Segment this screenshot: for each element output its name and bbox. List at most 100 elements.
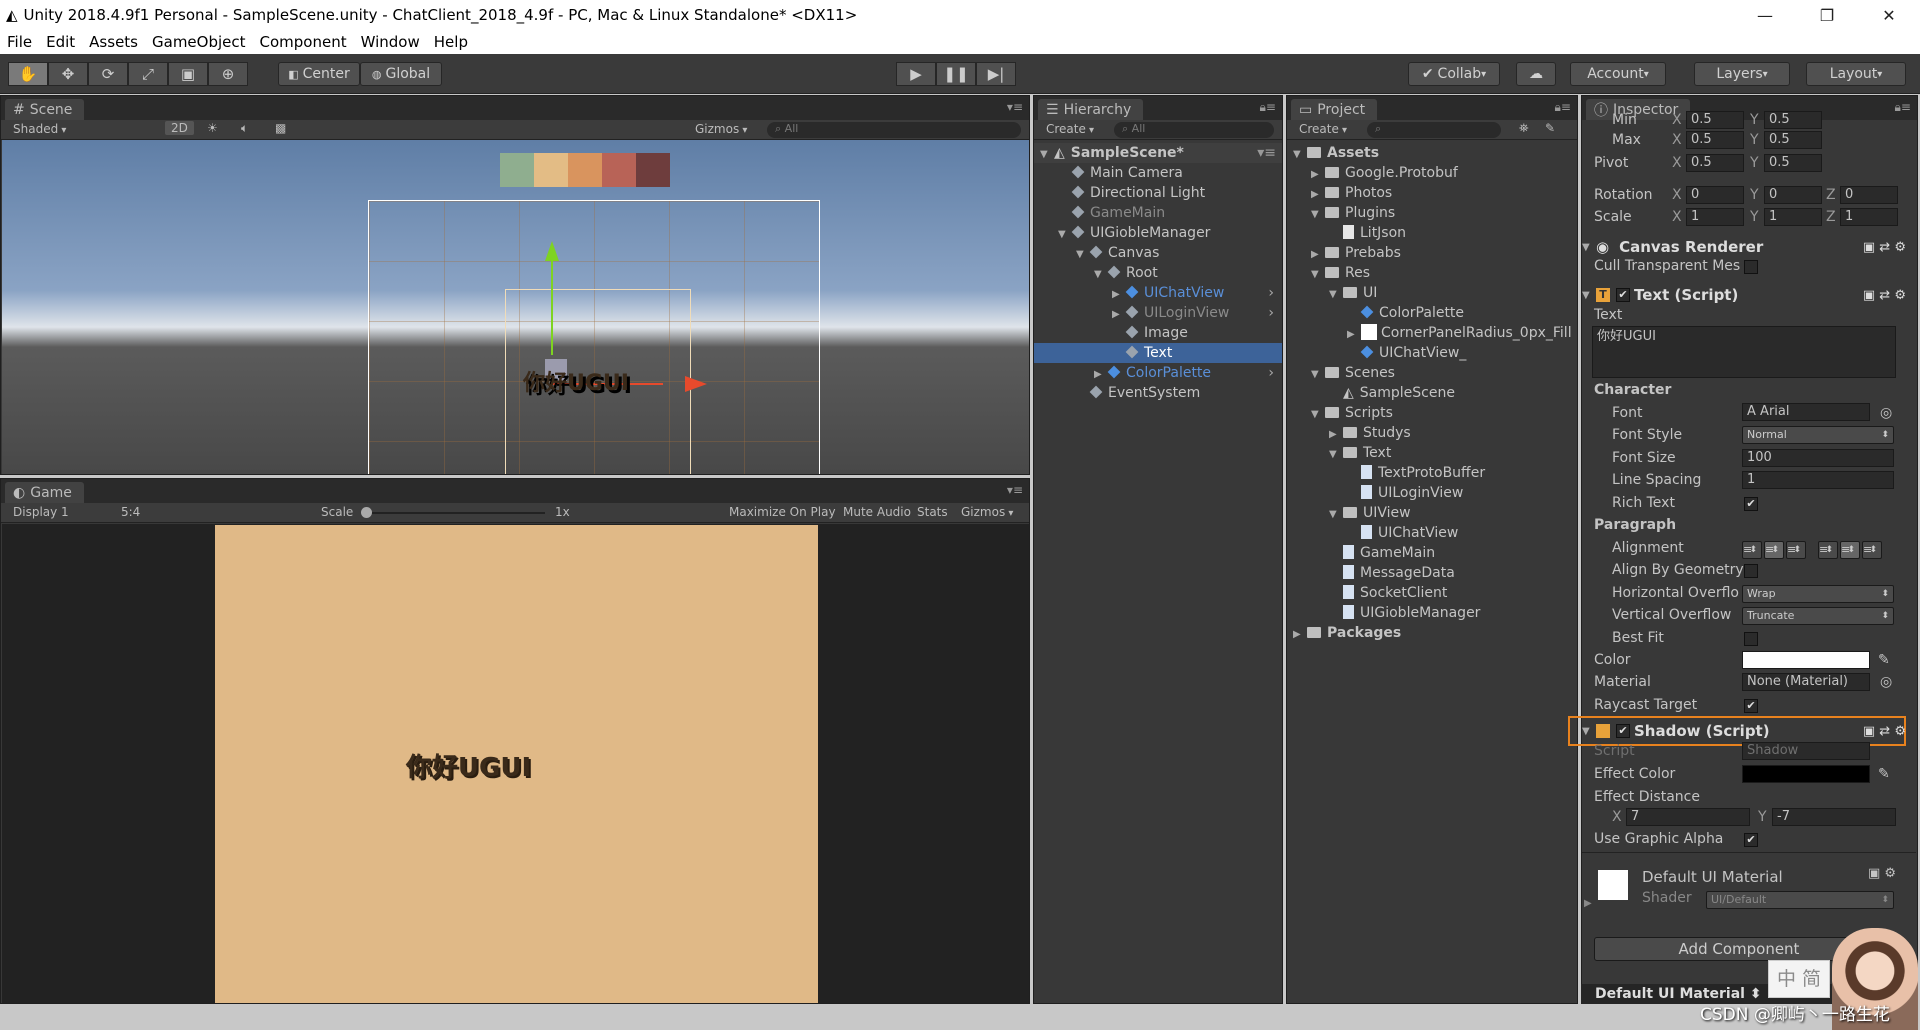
pivot-toggle[interactable]: ◧ Center bbox=[278, 62, 360, 86]
lock-icon[interactable]: 🔒︎≡ bbox=[1260, 100, 1276, 115]
scene-menu-icon[interactable]: ▾≡ bbox=[1257, 143, 1276, 163]
account-dropdown[interactable]: Account bbox=[1570, 62, 1666, 86]
expand-arrow-icon[interactable]: ▶ bbox=[1311, 165, 1325, 185]
project-item[interactable]: ▶ Google.Protobuf bbox=[1287, 163, 1577, 183]
expand-arrow-icon[interactable]: ▶ bbox=[1347, 325, 1361, 345]
expand-arrow-icon[interactable]: ▼ bbox=[1329, 505, 1343, 525]
expand-arrow-icon[interactable]: ▼ bbox=[1076, 245, 1090, 265]
project-item[interactable]: UILoginView bbox=[1287, 483, 1577, 503]
expand-arrow-icon[interactable]: ▼ bbox=[1311, 365, 1325, 385]
hierarchy-create-dropdown[interactable]: Create bbox=[1046, 122, 1094, 136]
stats-toggle[interactable]: Stats bbox=[917, 505, 948, 519]
hierarchy-item[interactable]: ▼ Canvas bbox=[1034, 243, 1282, 263]
hierarchy-item[interactable]: Main Camera bbox=[1034, 163, 1282, 183]
project-item[interactable]: ▼ Assets bbox=[1287, 143, 1577, 163]
menu-window[interactable]: Window bbox=[354, 33, 427, 51]
project-item[interactable]: ColorPalette bbox=[1287, 303, 1577, 323]
restore-button[interactable]: ❐ bbox=[1804, 0, 1850, 30]
project-item[interactable]: LitJson bbox=[1287, 223, 1577, 243]
layers-dropdown[interactable]: Layers bbox=[1694, 62, 1790, 86]
project-item[interactable]: ▶ Studys bbox=[1287, 423, 1577, 443]
chevron-right-icon[interactable]: › bbox=[1268, 283, 1274, 303]
expand-arrow-icon[interactable]: ▼ bbox=[1311, 405, 1325, 425]
play-button[interactable]: ▶ bbox=[896, 62, 936, 86]
pause-button[interactable]: ❚❚ bbox=[936, 62, 976, 86]
panel-menu-icon[interactable]: ▾≡ bbox=[1007, 100, 1023, 114]
scale-tool-icon[interactable]: ⤢ bbox=[128, 62, 168, 86]
lighting-icon[interactable]: ☀ bbox=[207, 121, 218, 135]
y-arrow-icon[interactable] bbox=[545, 241, 559, 261]
shading-mode-dropdown[interactable]: Shaded bbox=[13, 122, 153, 136]
lock-icon[interactable]: 🔒︎≡ bbox=[1555, 100, 1571, 115]
project-item[interactable]: MessageData bbox=[1287, 563, 1577, 583]
chevron-right-icon[interactable]: › bbox=[1268, 303, 1274, 323]
project-item[interactable]: UIGiobleManager bbox=[1287, 603, 1577, 623]
tab-game[interactable]: ◐ Game bbox=[5, 482, 84, 503]
scene-viewport[interactable]: 你好UGUI bbox=[2, 140, 1029, 474]
project-item[interactable]: ▼ Res bbox=[1287, 263, 1577, 283]
scene-text-object[interactable]: 你好UGUI bbox=[369, 365, 821, 397]
filter-label-icon[interactable]: ✎ bbox=[1545, 121, 1555, 135]
menu-file[interactable]: File bbox=[0, 33, 39, 51]
project-item[interactable]: ▼ Scripts bbox=[1287, 403, 1577, 423]
project-item[interactable]: ▼ UI bbox=[1287, 283, 1577, 303]
scale-slider[interactable] bbox=[365, 512, 545, 514]
filter-type-icon[interactable]: ⛯ bbox=[1519, 121, 1529, 136]
close-button[interactable]: ✕ bbox=[1866, 0, 1912, 30]
project-create-dropdown[interactable]: Create bbox=[1299, 122, 1347, 136]
project-item[interactable]: SocketClient bbox=[1287, 583, 1577, 603]
chevron-right-icon[interactable]: › bbox=[1268, 363, 1274, 383]
hierarchy-item[interactable]: Directional Light bbox=[1034, 183, 1282, 203]
project-item[interactable]: UIChatView_ bbox=[1287, 343, 1577, 363]
expand-arrow-icon[interactable]: ▶ bbox=[1112, 285, 1126, 305]
minimize-button[interactable]: — bbox=[1742, 0, 1788, 30]
step-button[interactable]: ▶| bbox=[976, 62, 1016, 86]
expand-arrow-icon[interactable]: ▼ bbox=[1293, 145, 1307, 165]
project-item[interactable]: ◭ SampleScene bbox=[1287, 383, 1577, 403]
project-item[interactable]: ▼ Text bbox=[1287, 443, 1577, 463]
tab-inspector[interactable]: ⓘ Inspector bbox=[1586, 99, 1691, 120]
hierarchy-item[interactable]: Image bbox=[1034, 323, 1282, 343]
hierarchy-item[interactable]: ▶ UILoginView › bbox=[1034, 303, 1282, 323]
audio-icon[interactable]: 🔈︎ bbox=[241, 121, 248, 136]
scene-search-input[interactable]: ⌕ All bbox=[767, 122, 1021, 138]
menu-component[interactable]: Component bbox=[253, 33, 354, 51]
expand-arrow-icon[interactable]: ▼ bbox=[1058, 225, 1072, 245]
transform-tool-icon[interactable]: ⊕ bbox=[208, 62, 248, 86]
mute-audio-toggle[interactable]: Mute Audio bbox=[843, 505, 911, 519]
expand-arrow-icon[interactable]: ▼ bbox=[1329, 445, 1343, 465]
layout-dropdown[interactable]: Layout bbox=[1806, 62, 1906, 86]
expand-arrow-icon[interactable]: ▼ bbox=[1311, 265, 1325, 285]
expand-arrow-icon[interactable]: ▶ bbox=[1311, 185, 1325, 205]
menu-gameobject[interactable]: GameObject bbox=[145, 33, 253, 51]
expand-arrow-icon[interactable]: ▶ bbox=[1112, 305, 1126, 325]
space-toggle[interactable]: ◍ Global bbox=[360, 62, 442, 86]
project-item[interactable]: ▼ Scenes bbox=[1287, 363, 1577, 383]
y-axis-handle[interactable] bbox=[551, 255, 553, 355]
expand-arrow-icon[interactable]: ▶ bbox=[1329, 425, 1343, 445]
effects-icon[interactable]: ▩ bbox=[275, 121, 286, 135]
project-item[interactable]: ▶ Prebabs bbox=[1287, 243, 1577, 263]
project-search-input[interactable]: ⌕ bbox=[1367, 122, 1501, 138]
project-item[interactable]: ▶ Packages bbox=[1287, 623, 1577, 643]
hierarchy-search-input[interactable]: ⌕ All bbox=[1114, 122, 1274, 138]
2d-toggle[interactable]: 2D bbox=[165, 121, 194, 135]
menu-assets[interactable]: Assets bbox=[82, 33, 145, 51]
lock-icon[interactable]: 🔒︎≡ bbox=[1895, 100, 1911, 115]
expand-arrow-icon[interactable]: ▼ bbox=[1329, 285, 1343, 305]
project-item[interactable]: ▼ Plugins bbox=[1287, 203, 1577, 223]
expand-arrow-icon[interactable]: ▶ bbox=[1311, 245, 1325, 265]
expand-arrow-icon[interactable]: ▶ bbox=[1094, 365, 1108, 385]
project-item[interactable]: ▶ CornerPanelRadius_0px_Fill bbox=[1287, 323, 1577, 343]
hierarchy-item[interactable]: Text bbox=[1034, 343, 1282, 363]
display-dropdown[interactable]: Display 1 bbox=[13, 505, 69, 519]
cloud-button[interactable]: ☁ bbox=[1516, 62, 1556, 86]
collab-dropdown[interactable]: ✔ Collab bbox=[1408, 62, 1500, 86]
maximize-on-play-toggle[interactable]: Maximize On Play bbox=[729, 505, 836, 519]
expand-arrow-icon[interactable]: ▶ bbox=[1293, 625, 1307, 645]
panel-menu-icon[interactable]: ▾≡ bbox=[1007, 483, 1023, 497]
hierarchy-item[interactable]: ▼ Root bbox=[1034, 263, 1282, 283]
tab-hierarchy[interactable]: ☰ Hierarchy bbox=[1038, 99, 1144, 120]
hierarchy-item[interactable]: ▶ UIChatView › bbox=[1034, 283, 1282, 303]
tab-scene[interactable]: # Scene bbox=[5, 99, 85, 120]
